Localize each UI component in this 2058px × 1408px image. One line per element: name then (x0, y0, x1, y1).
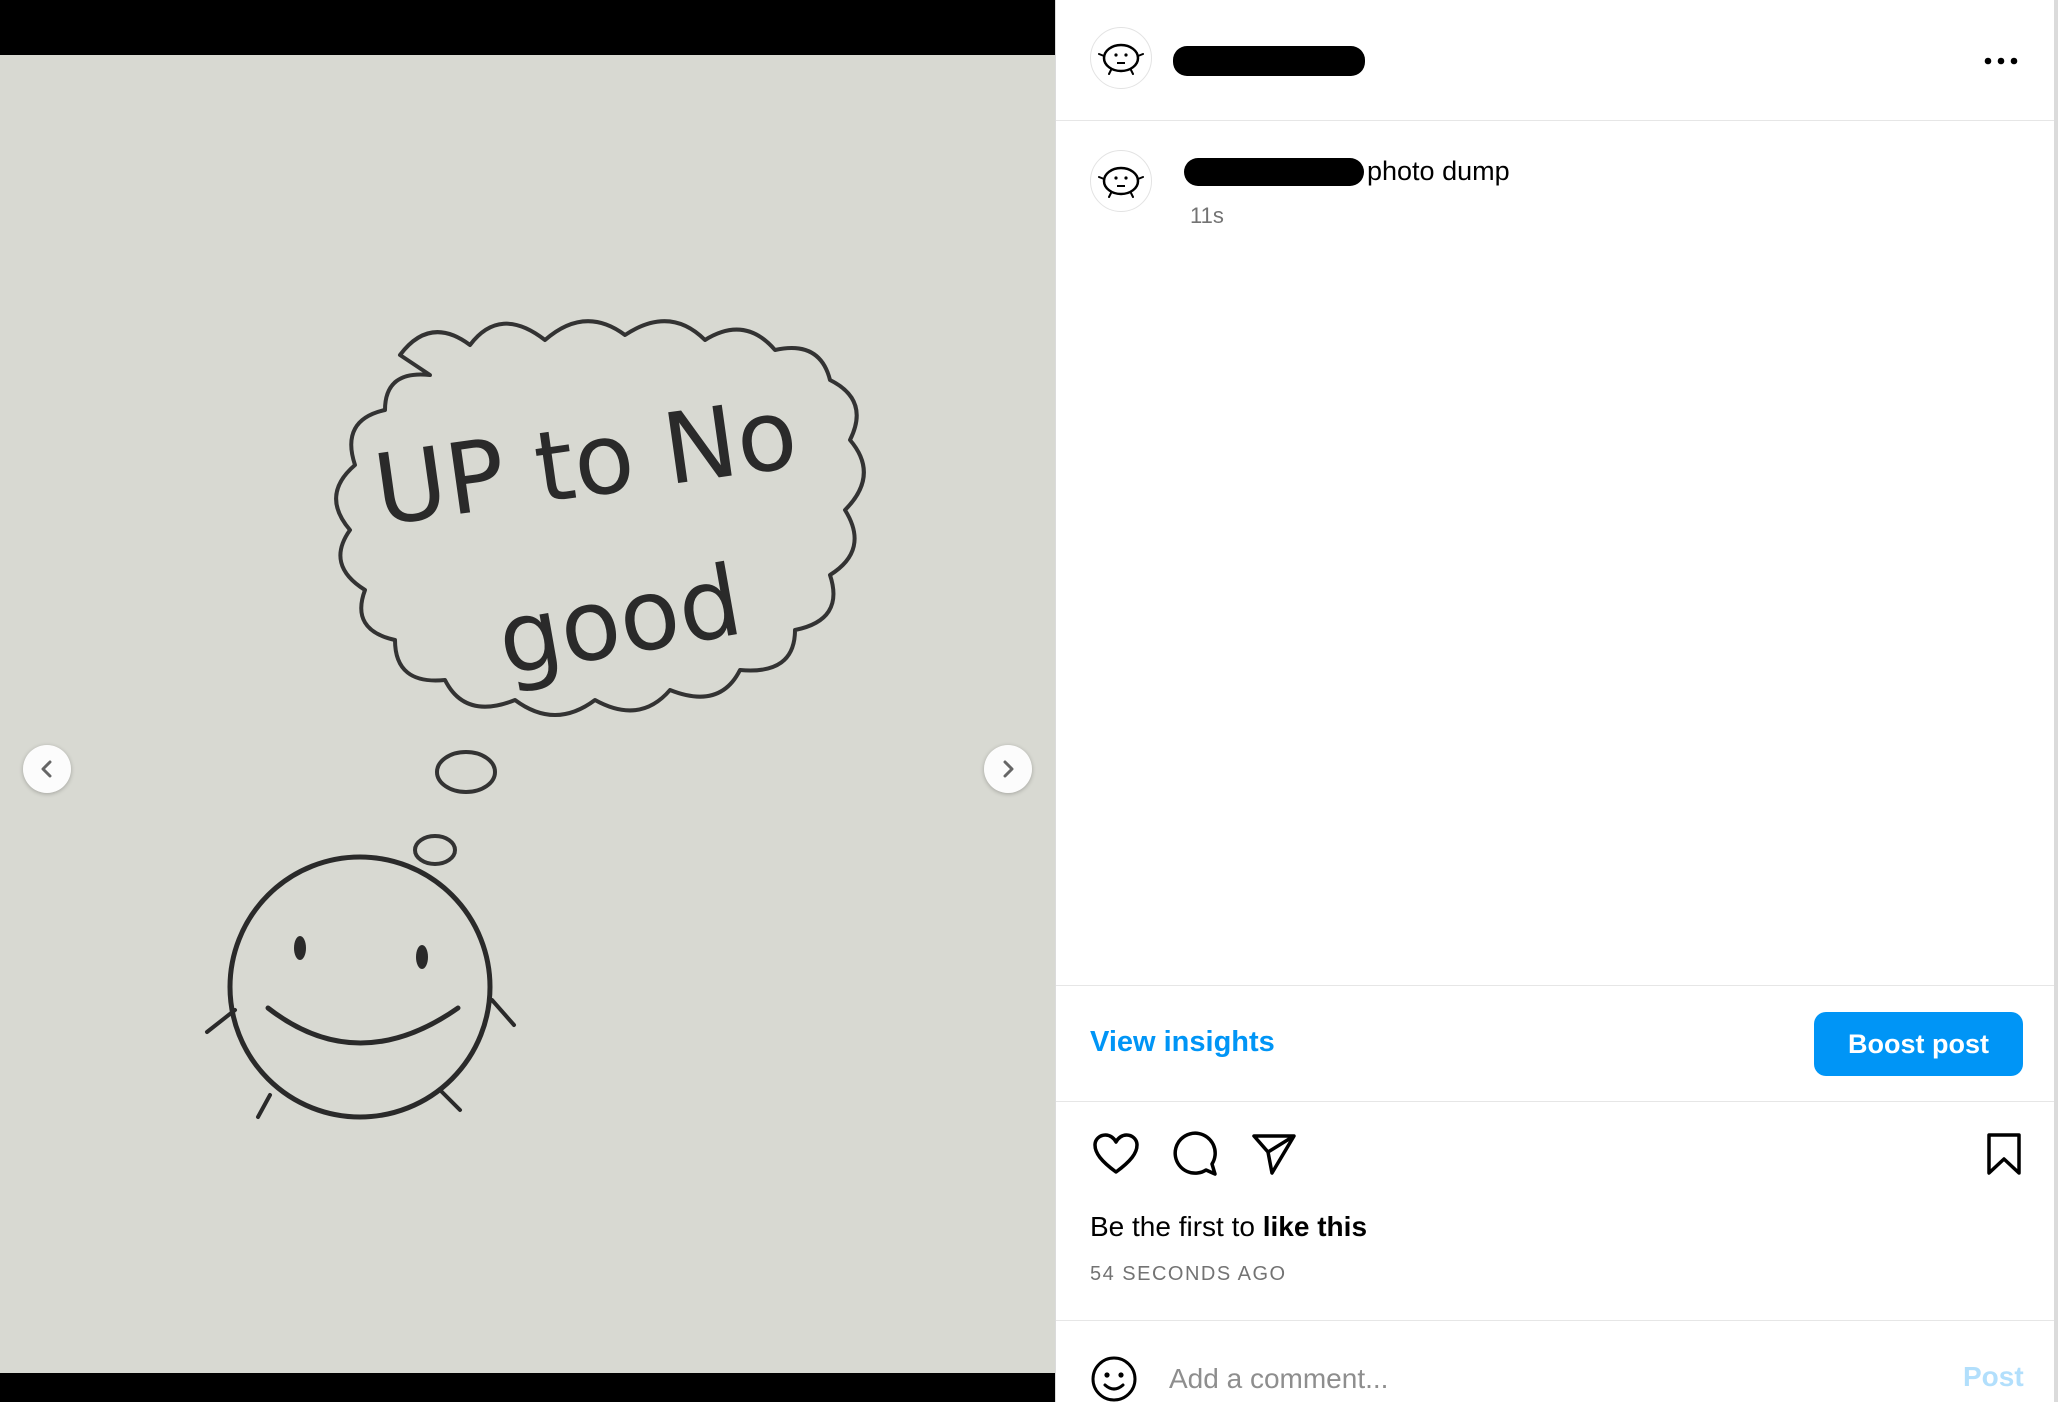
share-icon (1252, 1134, 1296, 1175)
next-slide-button[interactable] (984, 745, 1032, 793)
chevron-left-icon (41, 760, 52, 778)
comment-icon (1173, 1131, 1217, 1176)
emoji-button[interactable] (1090, 1355, 1138, 1403)
image-text-line1: UP to No (367, 377, 804, 549)
comment-input[interactable] (1169, 1359, 1809, 1399)
post-timestamp: 54 SECONDS AGO (1090, 1263, 1287, 1285)
post-header (1056, 0, 2056, 121)
boost-post-button[interactable]: Boost post (1814, 1012, 2023, 1076)
hand-drawn-image: UP to No good (205, 319, 866, 1120)
chevron-right-icon (1003, 760, 1014, 778)
insights-bar: View insights Boost post (1056, 985, 2056, 1102)
likes-prefix: Be the first to (1090, 1211, 1263, 1242)
caption-text: photo dump (1367, 156, 1510, 186)
comment-bar: Post (1056, 1320, 2056, 1403)
smiley-avatar-icon (1098, 166, 1144, 198)
post-media: UP to No good (0, 0, 1055, 1402)
image-text-line2: good (489, 544, 749, 699)
previous-slide-button[interactable] (23, 745, 71, 793)
post-photo[interactable]: UP to No good (0, 55, 1055, 1373)
window-edge (2054, 0, 2058, 1402)
likes-summary: Be the first to like this (1090, 1211, 1367, 1243)
comment-button[interactable] (1169, 1128, 1221, 1180)
bookmark-icon (1987, 1133, 2021, 1175)
caption-username-redacted[interactable] (1184, 158, 1364, 186)
caption-time[interactable]: 11s (1190, 203, 1224, 229)
heart-icon (1093, 1133, 1139, 1174)
emoji-icon (1091, 1356, 1137, 1402)
share-button[interactable] (1248, 1128, 1300, 1180)
post-details-panel: photo dump 11s View insights Boost post … (1055, 0, 2058, 1402)
post-comment-button[interactable]: Post (1963, 1361, 2024, 1393)
like-this-link[interactable]: like this (1263, 1211, 1367, 1242)
avatar[interactable] (1090, 27, 1152, 89)
more-options-button[interactable] (1981, 46, 2021, 76)
caption-avatar[interactable] (1090, 150, 1152, 212)
more-horizontal-icon (1984, 57, 2018, 65)
like-button[interactable] (1090, 1128, 1142, 1180)
username-redacted[interactable] (1173, 46, 1365, 76)
smiley-avatar-icon (1098, 43, 1144, 75)
view-insights-link[interactable]: View insights (1090, 1026, 1275, 1059)
save-button[interactable] (1978, 1128, 2030, 1180)
